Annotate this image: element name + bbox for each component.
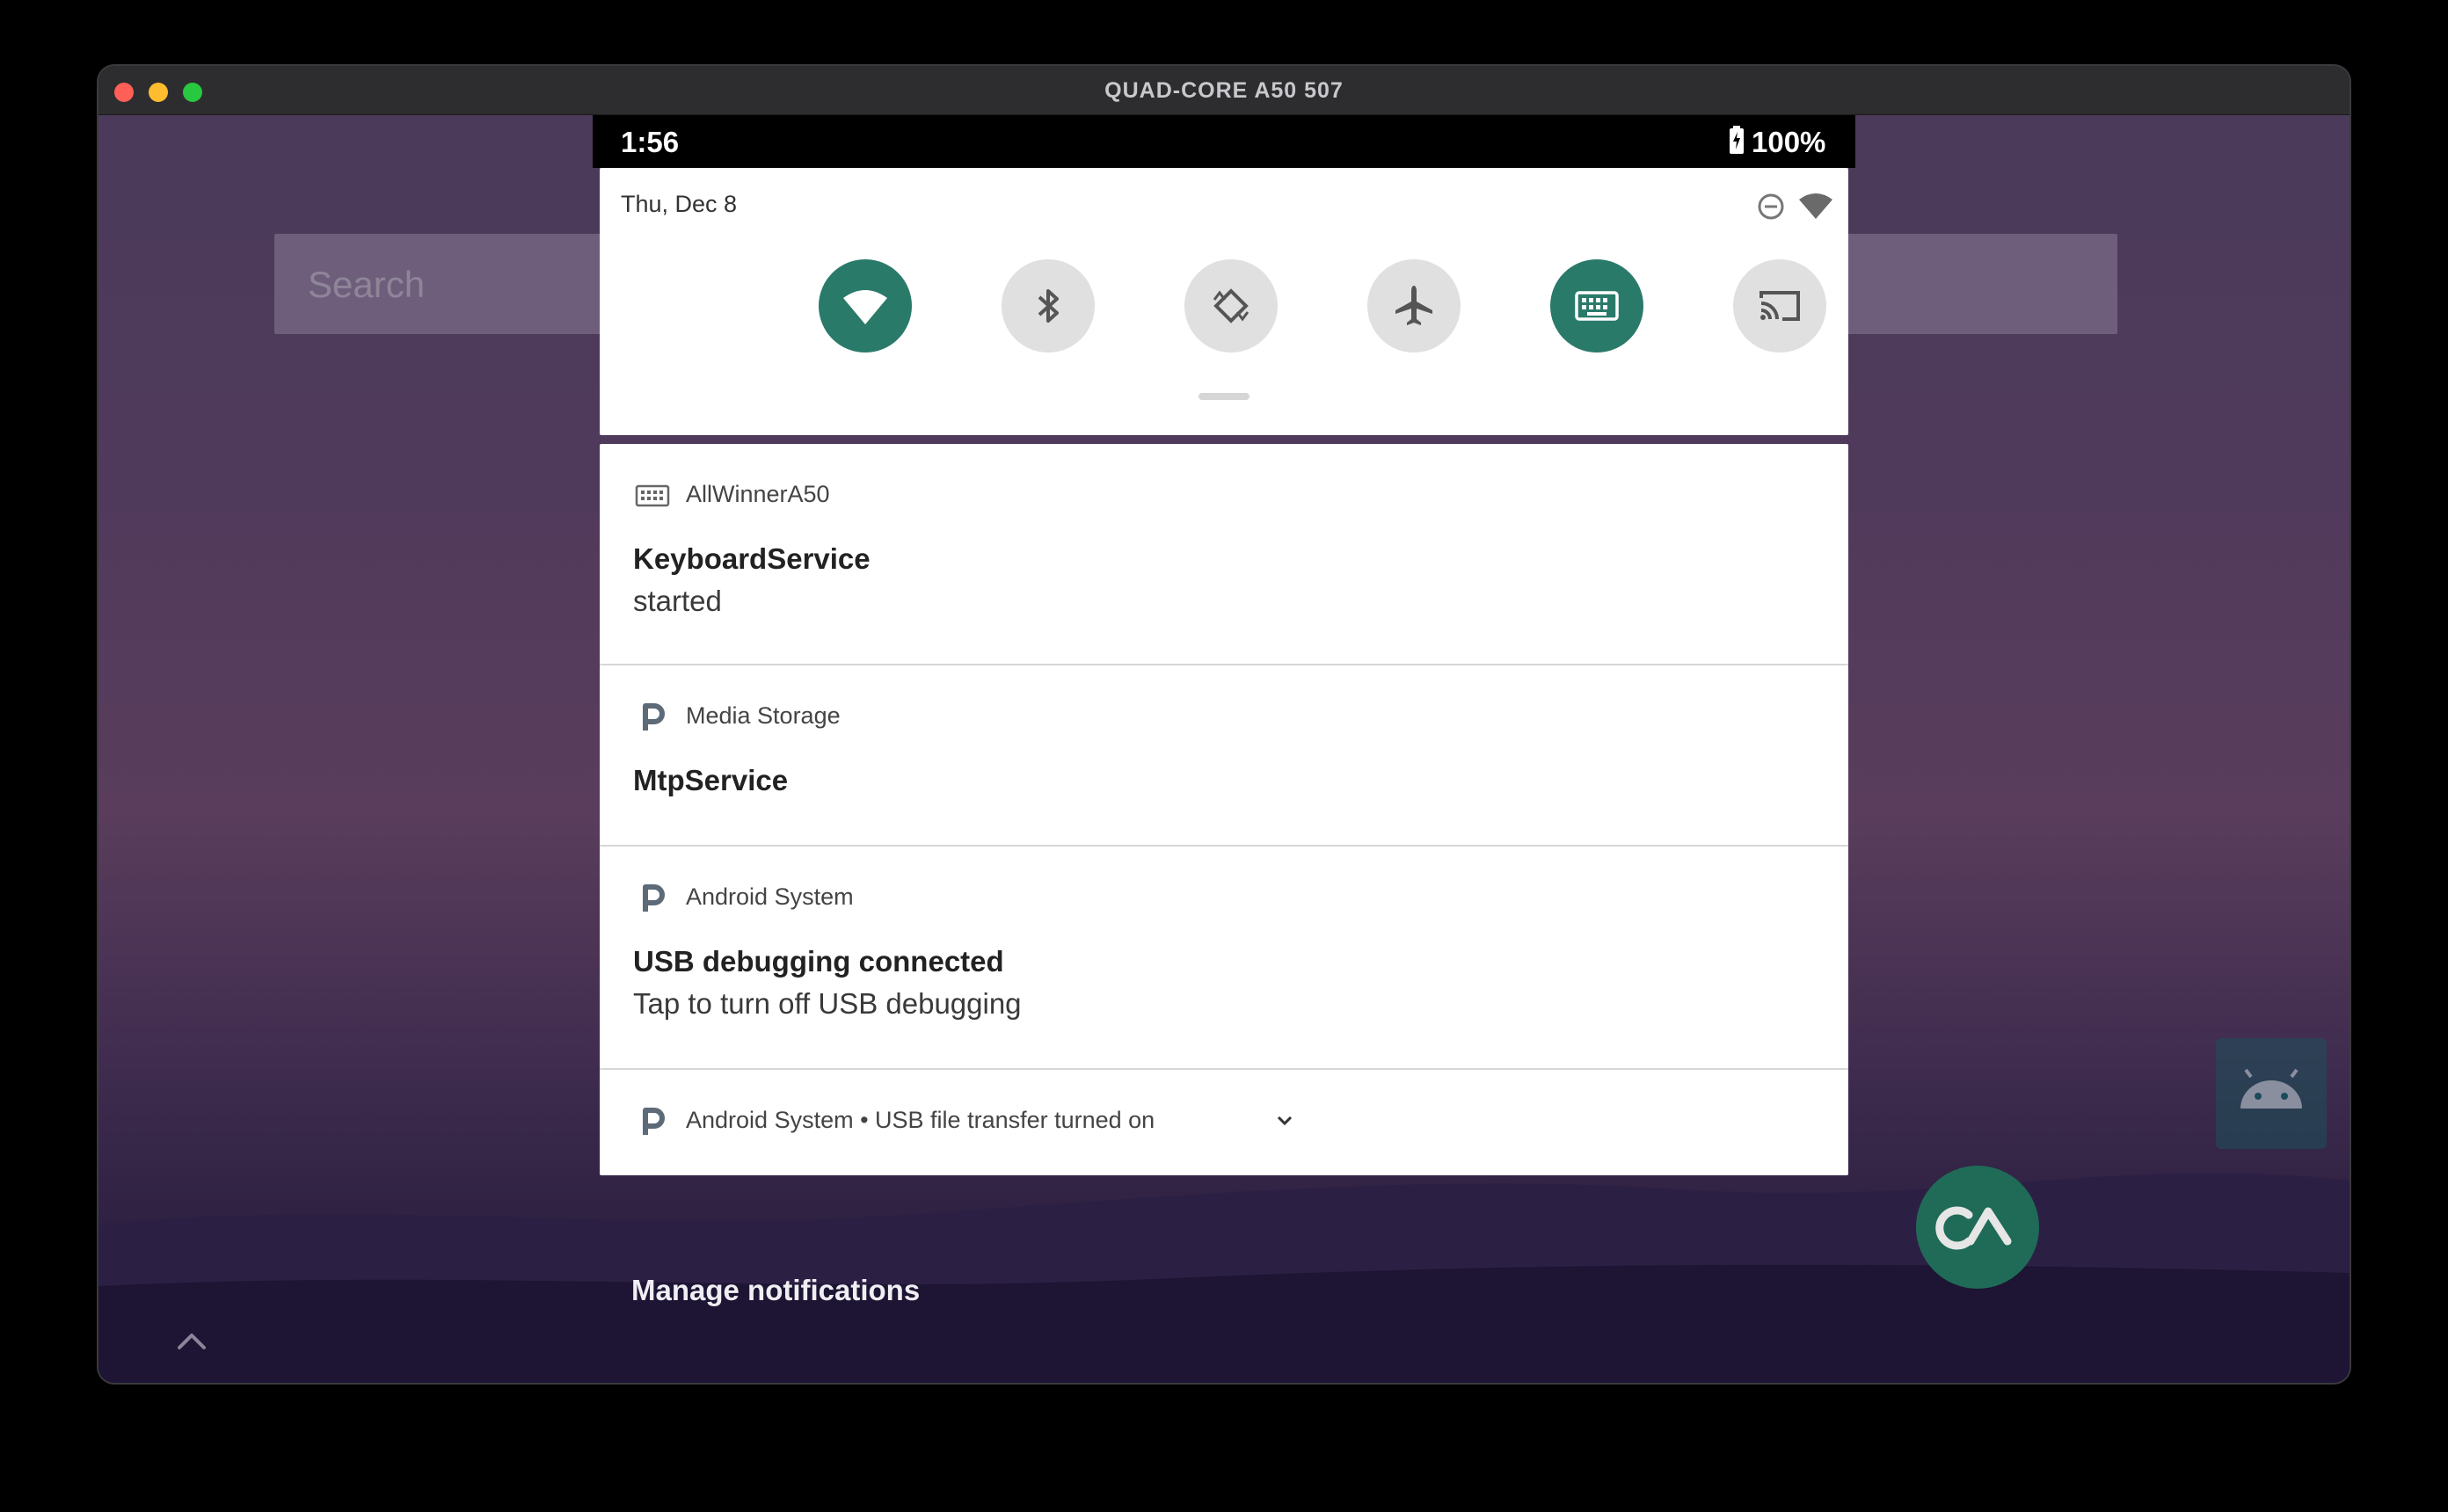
keyboard-tile[interactable]	[1550, 259, 1643, 353]
status-time: 1:56	[621, 126, 680, 158]
manage-notifications-button[interactable]: Manage notifications	[631, 1274, 920, 1307]
airplane-icon	[1395, 286, 1432, 325]
wifi-icon	[843, 290, 887, 324]
qs-date: Thu, Dec 8	[621, 191, 738, 217]
notification-app-name: Android System	[686, 883, 854, 910]
notification-app-name: AllWinnerA50	[686, 481, 830, 507]
battery-percentage: 100%	[1752, 126, 1826, 158]
p-icon	[643, 884, 665, 912]
chevron-down-icon[interactable]	[1275, 1114, 1294, 1128]
overlay-app-button[interactable]	[1916, 1166, 2039, 1289]
notification-item[interactable]: Media Storage MtpService	[600, 665, 1848, 847]
android-robot-icon	[2240, 1068, 2302, 1109]
notification-item[interactable]: AllWinnerA50 KeyboardService started	[600, 444, 1848, 665]
airplane-mode-tile[interactable]	[1367, 259, 1461, 353]
wifi-tile[interactable]	[819, 259, 912, 353]
wifi-signal-icon	[1799, 193, 1832, 219]
notification-text: Tap to turn off USB debugging	[633, 987, 1022, 1020]
keyboard-icon	[1575, 291, 1619, 321]
notification-title: MtpService	[633, 764, 789, 796]
p-icon	[643, 1108, 665, 1135]
quick-settings-panel: Thu, Dec 8	[600, 168, 1848, 435]
status-bar: 1:56 100%	[593, 115, 1855, 168]
do-not-disturb-icon	[1758, 193, 1784, 220]
home-search-placeholder: Search	[308, 264, 426, 305]
keyboard-icon	[635, 484, 670, 507]
bluetooth-tile[interactable]	[1002, 259, 1095, 353]
notification-item[interactable]: Android System • USB file transfer turne…	[600, 1070, 1848, 1175]
window-titlebar: QUAD-CORE A50 507	[98, 66, 2350, 115]
app-logo-icon	[1935, 1206, 2012, 1250]
notification-list: AllWinnerA50 KeyboardService started Med…	[600, 444, 1848, 1175]
notification-title: USB debugging connected	[633, 945, 1004, 978]
auto-rotate-icon	[1213, 288, 1250, 323]
chevron-up-icon[interactable]	[174, 1327, 209, 1353]
bluetooth-icon	[1038, 289, 1059, 323]
window-title: QUAD-CORE A50 507	[1104, 78, 1344, 103]
notification-title: KeyboardService	[633, 542, 871, 575]
auto-rotate-tile[interactable]	[1184, 259, 1278, 353]
p-icon	[643, 703, 665, 731]
emulator-window: QUAD-CORE A50 507 Search 1:56 100% Thu, …	[98, 66, 2350, 1383]
cast-tile[interactable]	[1733, 259, 1826, 353]
qs-expand-handle[interactable]	[1198, 393, 1250, 400]
notification-text: started	[633, 585, 722, 617]
android-screen[interactable]: Search 1:56 100% Thu, Dec 8 AllWinnerA50…	[98, 115, 2350, 1383]
notification-item[interactable]: Android System USB debugging connected T…	[600, 847, 1848, 1070]
cast-icon	[1760, 291, 1800, 321]
android-app-icon[interactable]	[2216, 1038, 2327, 1149]
notification-app-name: Media Storage	[686, 702, 841, 729]
battery-charging-icon	[1730, 126, 1744, 154]
notification-app-name: Android System • USB file transfer turne…	[686, 1107, 1155, 1133]
